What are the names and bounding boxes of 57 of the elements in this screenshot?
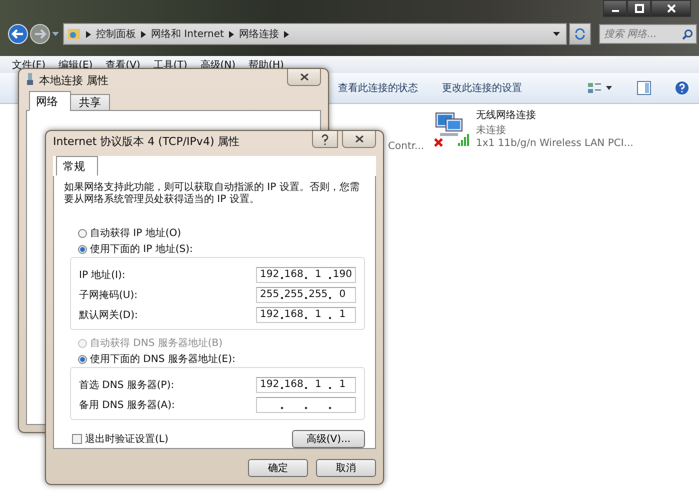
close-button[interactable]	[342, 131, 376, 148]
intro-text: 如果网络支持此功能，则可以获取自动指派的 IP 设置。否则，您需要从网络系统管理员处获得适当的 IP 设置。	[64, 182, 360, 206]
help-icon[interactable]	[321, 134, 329, 144]
ip-address-field[interactable]: 255 255 255 0	[256, 286, 356, 302]
connection-item-label[interactable]: Contr...	[388, 141, 424, 152]
window-title: 本地连接 属性	[39, 72, 108, 88]
window-title: Internet 协议版本 4 (TCP/IPv4) 属性	[53, 134, 240, 149]
toolbar-button[interactable]: 更改此连接的设置	[442, 81, 522, 95]
chevron-right-icon[interactable]	[141, 30, 146, 38]
network-folder-icon	[67, 27, 81, 41]
adapter-name: 1x1 11b/g/n Wireless LAN PCI...	[476, 138, 634, 149]
help-icon[interactable]	[675, 81, 689, 95]
tab[interactable]: 常规	[56, 156, 98, 176]
connection-status: 未连接	[476, 124, 507, 137]
cancel-button[interactable]: 取消	[316, 459, 376, 477]
close-button[interactable]	[287, 69, 321, 86]
checkbox[interactable]: 退出时验证设置(L)	[72, 432, 168, 446]
refresh-button[interactable]	[569, 23, 591, 45]
help-button[interactable]	[312, 131, 338, 148]
ip-address-field[interactable]	[256, 396, 356, 412]
breadcrumb-item[interactable]: 网络连接	[238, 27, 279, 41]
chevron-right-icon[interactable]	[228, 30, 234, 38]
close-icon[interactable]	[354, 135, 364, 143]
ip-address-field[interactable]: 192 168 1 190	[256, 266, 356, 282]
maximize-button[interactable]	[627, 0, 651, 17]
radio-button[interactable]: 使用下面的 DNS 服务器地址(E):	[78, 352, 365, 366]
minimize-button[interactable]	[603, 0, 627, 17]
tab[interactable]: 网络	[29, 91, 71, 111]
breadcrumb-item[interactable]: 网络和 Internet	[151, 27, 224, 41]
maximize-icon[interactable]	[634, 4, 644, 13]
view-options-icon[interactable]	[587, 81, 613, 95]
toolbar-button[interactable]: 查看此连接的状态	[338, 81, 418, 95]
connection-name: 无线网络连接	[476, 108, 537, 122]
dropdown-caret-icon[interactable]	[553, 32, 560, 36]
preview-pane-icon[interactable]	[637, 81, 651, 95]
chevron-right-icon[interactable]	[86, 30, 91, 38]
advanced-button[interactable]: 高级(V)...	[292, 430, 365, 448]
field-label: IP 地址(I):	[79, 268, 126, 282]
field-label: 默认网关(D):	[79, 308, 138, 322]
network-cable-icon	[26, 73, 34, 87]
ok-button[interactable]: 确定	[248, 459, 308, 477]
radio-button[interactable]: 使用下面的 IP 地址(S):	[78, 242, 365, 256]
ip-address-field[interactable]: 192 168 1 1	[256, 376, 356, 392]
radio-button[interactable]: 自动获得 IP 地址(O)	[78, 226, 365, 240]
field-label: 首选 DNS 服务器(P):	[79, 378, 174, 392]
search-field[interactable]: 搜索 网络...	[599, 24, 697, 44]
chevron-right-icon[interactable]	[284, 30, 289, 38]
close-button[interactable]	[651, 0, 691, 17]
breadcrumb-item[interactable]: 控制面板	[96, 27, 136, 41]
refresh-arrows-icon[interactable]	[574, 28, 586, 40]
field-label: 备用 DNS 服务器(A):	[79, 398, 175, 412]
connection-item[interactable]: 无线网络连接 未连接 1x1 11b/g/n Wireless LAN PCI...	[434, 108, 634, 149]
tab[interactable]: 共享	[70, 94, 110, 111]
address-bar[interactable]: 控制面板 网络和 Internet 网络连接	[63, 23, 567, 45]
field-label: 子网掩码(U):	[79, 288, 138, 302]
close-icon[interactable]	[300, 73, 308, 81]
ip-address-field[interactable]: 192 168 1 1	[256, 306, 356, 322]
